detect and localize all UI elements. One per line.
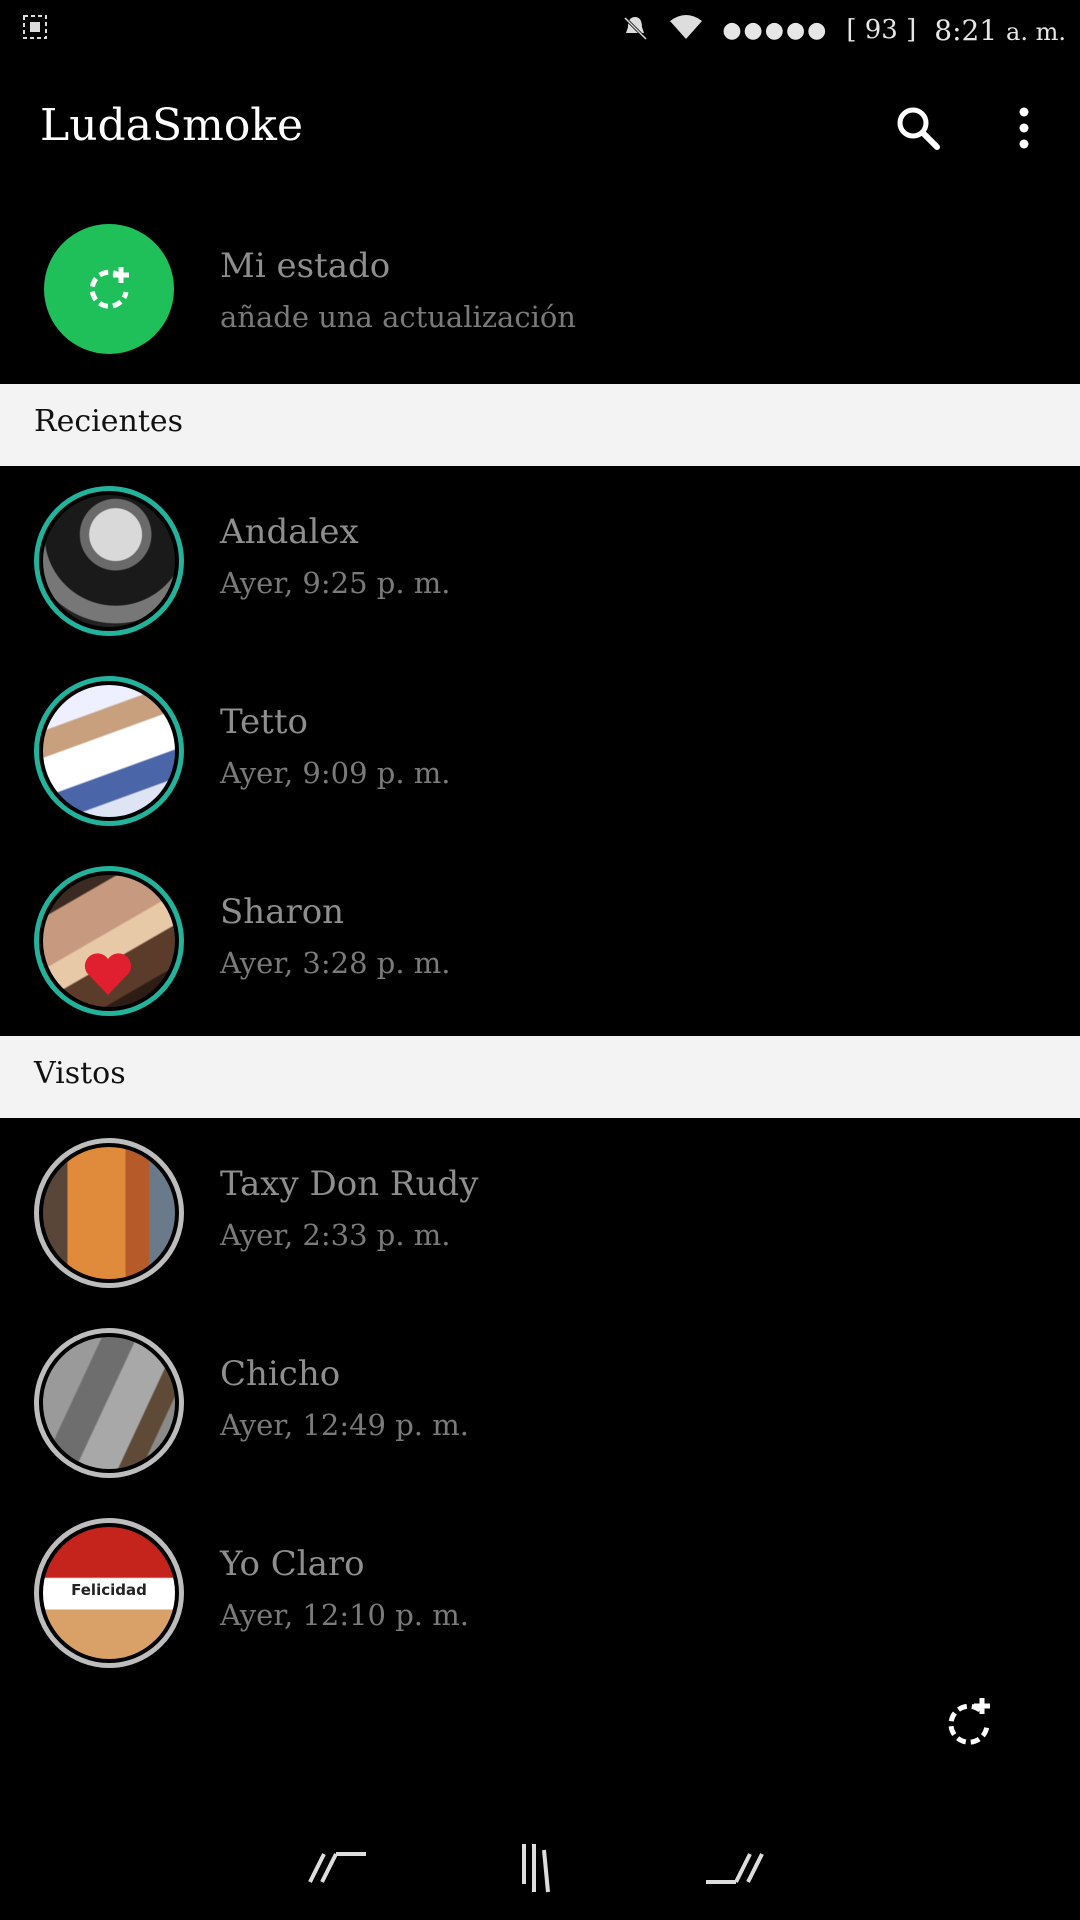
wifi-icon bbox=[668, 13, 704, 47]
battery-level: [ 93 ] bbox=[846, 15, 917, 45]
my-status-row[interactable]: Mi estado añade una actualización bbox=[0, 210, 1080, 380]
status-row-andalex[interactable]: Andalex Ayer, 9:25 p. m. bbox=[0, 486, 1080, 676]
back-icon bbox=[308, 1852, 366, 1883]
add-status-icon bbox=[89, 267, 129, 309]
status-avatar bbox=[34, 1328, 184, 1478]
clock-ampm: a. m. bbox=[1006, 17, 1066, 46]
section-header-seen: Vistos bbox=[0, 1036, 1080, 1118]
status-avatar bbox=[34, 486, 184, 636]
contact-name: Taxy Don Rudy bbox=[220, 1164, 479, 1204]
status-row-yo-claro[interactable]: Felicidad Yo Claro Ayer, 12:10 p. m. bbox=[0, 1518, 1080, 1708]
avatar-photo bbox=[43, 1337, 175, 1469]
status-time: Ayer, 9:09 p. m. bbox=[220, 756, 451, 790]
add-status-icon bbox=[948, 1698, 990, 1745]
search-button[interactable] bbox=[888, 98, 948, 158]
home-icon bbox=[522, 1844, 550, 1893]
status-row-chicho[interactable]: Chicho Ayer, 12:49 p. m. bbox=[0, 1328, 1080, 1518]
status-avatar bbox=[34, 676, 184, 826]
avatar-photo bbox=[43, 495, 175, 627]
status-time: Ayer, 12:10 p. m. bbox=[220, 1598, 469, 1632]
clock: 8:21 a. m. bbox=[934, 14, 1066, 47]
back-nav-button[interactable] bbox=[306, 1848, 370, 1892]
status-row-tetto[interactable]: Tetto Ayer, 9:09 p. m. bbox=[0, 676, 1080, 866]
section-header-recent: Recientes bbox=[0, 384, 1080, 466]
status-avatar: Felicidad bbox=[34, 1518, 184, 1668]
status-time: Ayer, 9:25 p. m. bbox=[220, 566, 451, 600]
contact-name: Tetto bbox=[220, 702, 308, 742]
recents-icon bbox=[706, 1853, 764, 1884]
app-bar: LudaSmoke bbox=[0, 60, 1080, 200]
status-row-taxy-don-rudy[interactable]: Taxy Don Rudy Ayer, 2:33 p. m. bbox=[0, 1138, 1080, 1328]
avatar-photo bbox=[43, 875, 175, 1007]
more-vert-icon bbox=[1019, 107, 1029, 149]
home-nav-button[interactable] bbox=[518, 1840, 558, 1900]
screenshot-icon bbox=[22, 14, 48, 44]
my-status-name: Mi estado bbox=[220, 246, 391, 286]
status-bar: ●●●●● [ 93 ] 8:21 a. m. bbox=[0, 0, 1080, 60]
clock-time: 8:21 bbox=[934, 13, 998, 47]
contact-name: Yo Claro bbox=[220, 1544, 365, 1584]
muted-notifications-icon bbox=[620, 13, 650, 47]
contact-name: Andalex bbox=[220, 512, 359, 552]
avatar-photo: Felicidad bbox=[43, 1527, 175, 1659]
avatar-photo bbox=[43, 1147, 175, 1279]
status-time: Ayer, 12:49 p. m. bbox=[220, 1408, 469, 1442]
thumbnail-caption: Felicidad bbox=[71, 1581, 147, 1599]
status-avatar bbox=[34, 866, 184, 1016]
heart-icon bbox=[84, 953, 132, 995]
status-avatar bbox=[34, 1138, 184, 1288]
recents-nav-button[interactable] bbox=[702, 1848, 766, 1892]
app-title: LudaSmoke bbox=[40, 100, 304, 151]
search-icon bbox=[897, 107, 940, 150]
new-status-button[interactable] bbox=[940, 1690, 1000, 1750]
section-title: Recientes bbox=[34, 404, 184, 439]
signal-dots: ●●●●● bbox=[722, 17, 829, 43]
status-time: Ayer, 3:28 p. m. bbox=[220, 946, 451, 980]
my-status-subtitle: añade una actualización bbox=[220, 300, 576, 334]
status-row-sharon[interactable]: Sharon Ayer, 3:28 p. m. bbox=[0, 866, 1080, 1056]
add-status-avatar[interactable] bbox=[44, 224, 174, 354]
status-time: Ayer, 2:33 p. m. bbox=[220, 1218, 451, 1252]
more-options-button[interactable] bbox=[994, 98, 1054, 158]
contact-name: Sharon bbox=[220, 892, 345, 932]
section-title: Vistos bbox=[34, 1056, 126, 1091]
contact-name: Chicho bbox=[220, 1354, 341, 1394]
avatar-photo bbox=[43, 685, 175, 817]
navigation-bar bbox=[0, 1830, 1080, 1920]
